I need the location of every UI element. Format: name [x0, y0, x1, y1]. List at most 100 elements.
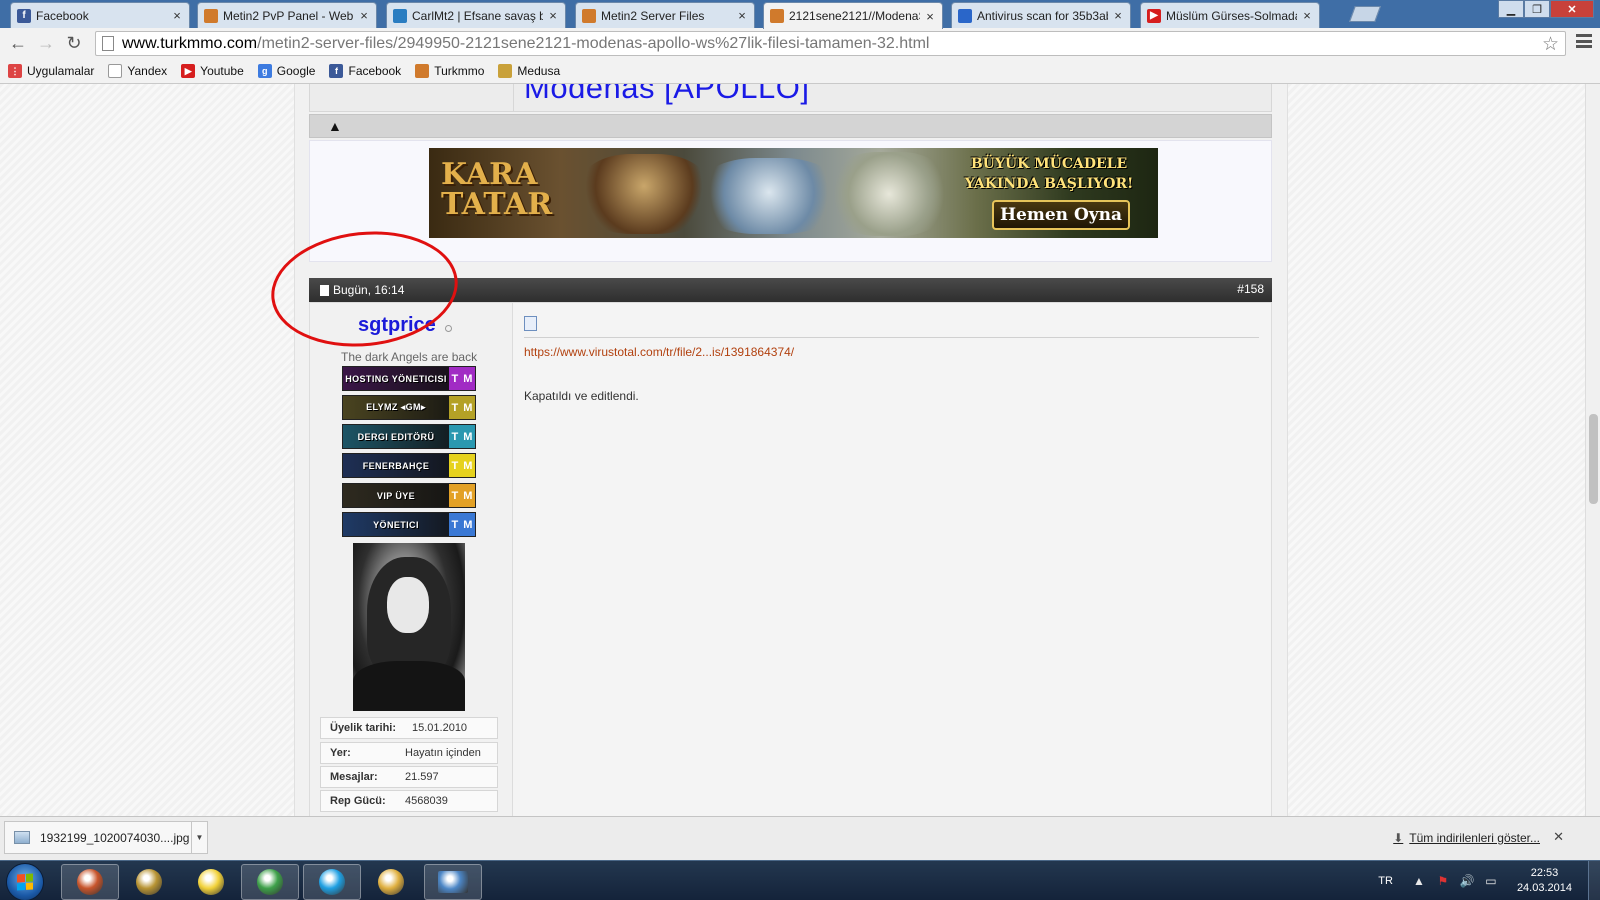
bookmark-yandex[interactable]: Yandex — [108, 64, 167, 78]
back-arrow-icon: ← — [9, 33, 27, 53]
user-info-panel: sgtprice The dark Angels are back Hostin… — [310, 303, 513, 816]
taskbar-app-duck[interactable] — [182, 864, 240, 900]
tab-close-icon[interactable]: × — [1112, 8, 1124, 23]
badge-label: Elymz ◂GM▸ — [366, 402, 426, 412]
show-desktop-button[interactable] — [1588, 861, 1600, 900]
download-bar: 1932199_1020074030....jpg ▼ ⬇ Tüm indiri… — [0, 816, 1600, 860]
bookmark-turkmmo[interactable]: Turkmmo — [415, 64, 484, 78]
volume-icon[interactable]: 🔊 — [1459, 873, 1475, 889]
tray-expand-icon[interactable]: ▲ — [1411, 873, 1427, 889]
virustotal-link[interactable]: https://www.virustotal.com/tr/file/2...i… — [524, 345, 794, 359]
bookmark-youtube[interactable]: ▶ Youtube — [181, 64, 244, 78]
tm-badge-icon: TM — [449, 367, 475, 390]
user-avatar[interactable] — [353, 543, 465, 711]
download-item[interactable]: 1932199_1020074030....jpg ▼ — [4, 821, 208, 854]
system-tray: TR ▲ ⚑ 🔊 ▭ 22:53 24.03.2014 — [1378, 861, 1600, 900]
window-controls: ▁ ❐ ✕ — [1498, 0, 1594, 18]
tab-close-icon[interactable]: × — [736, 8, 748, 23]
action-center-flag-icon[interactable]: ⚑ — [1435, 873, 1451, 889]
minimize-button[interactable]: ▁ — [1498, 0, 1524, 18]
stat-key: Rep Gücü: — [330, 795, 386, 807]
tm-badge-icon: TM — [449, 513, 475, 536]
tab-close-icon[interactable]: × — [547, 8, 559, 23]
windows-taskbar: TR ▲ ⚑ 🔊 ▭ 22:53 24.03.2014 — [0, 860, 1600, 900]
forward-button[interactable]: → — [32, 30, 60, 58]
tab-close-icon[interactable]: × — [171, 8, 183, 23]
tab-5[interactable]: 2121sene2121//ModenaS × — [763, 2, 943, 29]
tab-title: Antivirus scan for 35b3ab — [977, 8, 1108, 23]
address-bar[interactable]: www.turkmmo.com/metin2-server-files/2949… — [95, 31, 1566, 56]
taskbar-app-media[interactable] — [61, 864, 119, 900]
bookmark-google[interactable]: g Google — [257, 64, 315, 78]
tab-title: CarlMt2 | Efsane savaş baş — [412, 8, 543, 23]
post-message: https://www.virustotal.com/tr/file/2...i… — [516, 303, 1271, 816]
tab-close-icon[interactable]: × — [924, 9, 936, 24]
back-button[interactable]: ← — [4, 30, 32, 58]
network-icon[interactable]: ▭ — [1483, 873, 1499, 889]
taskbar-app-chrome[interactable] — [241, 864, 299, 900]
taskbar-app-skype[interactable] — [303, 864, 361, 900]
restore-button[interactable]: ❐ — [1524, 0, 1550, 18]
tab-title: Metin2 PvP Panel - Web — [223, 8, 354, 23]
tab-6[interactable]: Antivirus scan for 35b3ab × — [951, 2, 1131, 28]
scrollbar-thumb[interactable] — [1589, 414, 1598, 504]
chrome-icon — [257, 869, 283, 895]
tm-badge-icon: TM — [449, 484, 475, 507]
ad-headline: BÜYÜK MÜCADELE YAKINDA BAŞLIYOR! — [964, 156, 1134, 192]
bookmark-label: Turkmmo — [434, 64, 485, 78]
badge-label: Hosting Yöneticisi — [345, 373, 447, 384]
close-window-button[interactable]: ✕ — [1550, 0, 1594, 18]
reload-button[interactable]: ↻ — [60, 30, 88, 58]
page-background-left — [0, 84, 294, 816]
tab-close-icon[interactable]: × — [358, 8, 370, 23]
bookmark-label: Medusa — [517, 64, 561, 78]
bookmark-facebook[interactable]: f Facebook — [329, 64, 401, 78]
tab-close-icon[interactable]: × — [1301, 8, 1313, 23]
close-download-bar-icon[interactable]: ✕ — [1553, 829, 1564, 845]
bookmark-label: Facebook — [348, 64, 402, 78]
ad-play-button[interactable]: Hemen Oyna — [992, 200, 1130, 230]
tab-7[interactable]: ▶ Müslüm Gürses-Solmadar × — [1140, 2, 1320, 28]
language-indicator[interactable]: TR — [1378, 875, 1393, 887]
system-clock[interactable]: 22:53 24.03.2014 — [1517, 866, 1572, 896]
stat-value: 15.01.2010 — [412, 722, 468, 734]
bookmark-uygulamalar[interactable]: ⋮ Uygulamalar — [8, 64, 94, 78]
bookmarks-bar: ⋮ Uygulamalar Yandex ▶ Youtube g Google f Facebo… — [0, 59, 1600, 84]
post-icon — [524, 316, 537, 331]
previous-post-tail: Modenas [APOLLO] — [309, 84, 1272, 112]
tab-3[interactable]: CarlMt2 | Efsane savaş baş × — [386, 2, 566, 28]
page-scrollbar[interactable] — [1585, 84, 1600, 816]
post-date: Bugün, 16:14 — [320, 283, 404, 297]
bookmark-medusa[interactable]: Medusa — [498, 64, 560, 78]
report-warning-icon[interactable]: ▲ — [328, 118, 342, 134]
new-tab-button[interactable] — [1349, 6, 1381, 22]
bookmark-star-icon[interactable]: ☆ — [1542, 33, 1559, 56]
ad-creature-1 — [579, 154, 709, 234]
virustotal-icon — [958, 8, 972, 23]
ad-banner[interactable]: KARA TATAR BÜYÜK MÜCADELE YAKINDA BAŞLIY… — [429, 148, 1158, 238]
show-all-downloads-link[interactable]: ⬇ Tüm indirilenleri göster... — [1393, 831, 1540, 845]
post-number-link[interactable]: #158 — [1237, 282, 1264, 296]
tab-1[interactable]: f Facebook × — [10, 2, 190, 28]
user-stat-row: Mesajlar: 21.597 — [320, 766, 498, 788]
facebook-icon: f — [17, 8, 31, 23]
download-options-chevron-icon[interactable]: ▼ — [191, 822, 207, 853]
tab-strip: f Facebook × Metin2 PvP Panel - Web × CarlMt2… — [0, 0, 1600, 29]
download-arrow-icon: ⬇ — [1393, 831, 1404, 845]
start-button[interactable] — [6, 863, 44, 900]
taskbar-app-paint[interactable] — [362, 864, 420, 900]
chrome-menu-button[interactable] — [1576, 34, 1592, 48]
taskbar-app-game[interactable] — [120, 864, 178, 900]
previous-post-title: Modenas [APOLLO] — [524, 84, 810, 105]
badge-label: Fenerbahçe — [362, 460, 430, 471]
tab-4[interactable]: Metin2 Server Files × — [575, 2, 755, 28]
tab-title: Metin2 Server Files — [601, 8, 705, 23]
post-username[interactable]: sgtprice — [358, 314, 436, 337]
forum-content: Modenas [APOLLO] ▲ KARA TATAR BÜYÜK MÜCA… — [294, 84, 1288, 816]
browser-toolbar: ← → ↻ www.turkmmo.com/metin2-server-file… — [0, 28, 1600, 59]
taskbar-app-screen[interactable] — [424, 864, 482, 900]
facebook-icon: f — [329, 64, 344, 78]
tab-2[interactable]: Metin2 PvP Panel - Web × — [197, 2, 377, 28]
page-background-right — [1288, 84, 1585, 816]
user-stat-row: Rep Gücü: 4568039 — [320, 790, 498, 812]
